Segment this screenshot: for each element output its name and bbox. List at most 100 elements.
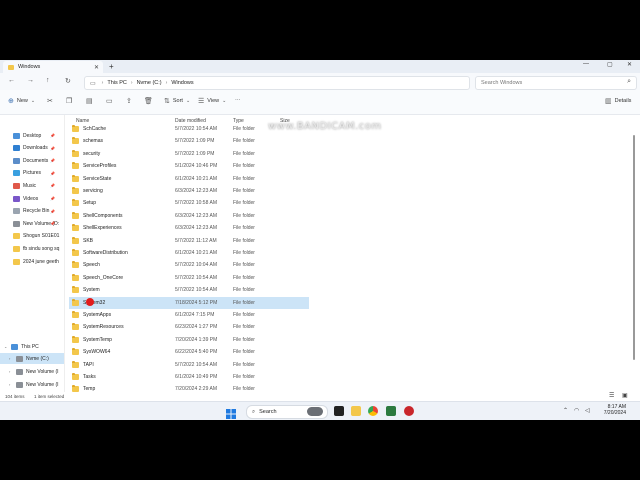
file-date: 7/18/2024 5:12 PM (175, 299, 218, 306)
sidebar-item-quick-access[interactable]: Music 📌 (0, 180, 64, 191)
table-row[interactable]: SysWOW64 6/22/2024 5:40 PM File folder (69, 346, 309, 358)
details-button[interactable]: ▥ Details (605, 97, 631, 105)
taskbar-search[interactable]: ⌕ Search (246, 405, 328, 419)
table-row[interactable]: ServiceProfiles 5/1/2024 10:46 PM File fol… (69, 160, 309, 172)
table-row[interactable]: System32 7/18/2024 5:12 PM File folder (69, 296, 309, 309)
table-row[interactable]: ShellExperiences 6/3/2024 12:23 AM File fo… (69, 222, 309, 234)
maximize-button[interactable]: ▢ (607, 61, 613, 68)
paste-button[interactable]: ▤ (86, 97, 93, 105)
breadcrumb-windows[interactable]: Windows (171, 80, 193, 86)
table-row[interactable]: servicing 6/3/2024 12:23 AM File folder (69, 185, 309, 197)
taskbar: ⌕ Search ⌃ ◠ ◁ 8:17 AM 7/20/2024 (0, 401, 640, 420)
table-row[interactable]: security 5/7/2022 1:09 PM File folder (69, 148, 309, 160)
sidebar-item-quick-access[interactable]: New Volume (D: 📌 (0, 218, 64, 229)
file-type: File folder (233, 150, 255, 157)
sidebar-item-quick-access[interactable]: 2024 june geeth (0, 256, 64, 267)
sidebar-item-drive[interactable]: › New Volume (I (0, 366, 64, 377)
file-date: 6/22/2024 5:40 PM (175, 349, 218, 356)
breadcrumb-nvme[interactable]: Nvme (C:) (137, 80, 162, 86)
wifi-icon[interactable]: ◠ (574, 407, 579, 414)
sidebar-item-quick-access[interactable]: Recycle Bin 📌 (0, 206, 64, 217)
close-tab-icon[interactable]: ✕ (94, 64, 99, 71)
sidebar-item-this-pc[interactable]: ⌄ This PC (0, 341, 64, 352)
task-view-icon[interactable] (334, 406, 344, 416)
file-date: 6/1/2024 7:15 PM (175, 312, 215, 318)
file-date: 5/7/2022 10:54 AM (175, 126, 217, 132)
table-row[interactable]: SystemTemp 7/20/2024 1:39 PM File folder (69, 334, 309, 346)
table-row[interactable]: TAPI 5/7/2022 10:54 AM File folder (69, 359, 309, 371)
sidebar-item-quick-access[interactable]: Videos 📌 (0, 193, 64, 204)
table-row[interactable]: ServiceState 6/1/2024 10:21 AM File folder (69, 173, 309, 185)
rename-button[interactable]: ▭ (106, 97, 113, 105)
sidebar-item-drive[interactable]: › Nvme (C:) (0, 353, 64, 364)
table-row[interactable]: schemas 5/7/2022 1:09 PM File folder (69, 135, 309, 147)
command-bar: ⊕ New ⌄ ✂ ❐ ▤ ▭ ⇪ 🗑 ⇅ Sort ⌄ ☰ View ⌄ ··… (0, 90, 640, 115)
folder-icon (72, 311, 79, 318)
file-type: File folder (233, 349, 255, 356)
sidebar-item-label: This PC (21, 343, 39, 350)
forward-arrow-icon[interactable]: → (27, 77, 34, 84)
search-input[interactable]: Search Windows ⌕ (475, 76, 637, 90)
table-row[interactable]: Tasks 6/1/2024 10:49 PM File folder (69, 371, 309, 383)
sidebar-item-label: Music (23, 182, 37, 189)
refresh-icon[interactable]: ↻ (65, 77, 71, 85)
chevron-up-icon[interactable]: ⌃ (563, 407, 568, 414)
table-row[interactable]: Speech_OneCore 5/7/2022 10:54 AM File fold… (69, 272, 309, 284)
file-date: 5/7/2022 10:58 AM (175, 200, 217, 207)
item-count: 104 items (5, 394, 25, 399)
copy-button[interactable]: ❐ (66, 97, 72, 105)
sidebar-item-drive[interactable]: › New Volume (I (0, 379, 64, 390)
vertical-scrollbar[interactable] (632, 115, 636, 398)
sidebar-item-quick-access[interactable]: Downloads 📌 (0, 143, 64, 154)
file-date: 6/3/2024 12:23 AM (175, 188, 217, 194)
scrollbar-thumb[interactable] (633, 135, 635, 360)
up-arrow-icon[interactable]: ↑ (46, 77, 50, 84)
file-name: servicing (83, 188, 103, 194)
delete-button[interactable]: 🗑 (144, 97, 153, 105)
cut-button[interactable]: ✂ (47, 97, 53, 105)
table-row[interactable]: Setup 5/7/2022 10:58 AM File folder (69, 197, 309, 209)
system-clock[interactable]: 8:17 AM 7/20/2024 (600, 404, 626, 416)
table-row[interactable]: Speech 5/7/2022 10:04 AM File folder (69, 259, 309, 271)
breadcrumb-this-pc[interactable]: This PC (107, 80, 127, 86)
close-window-button[interactable]: ✕ (627, 61, 632, 68)
new-button[interactable]: ⊕ New ⌄ (8, 97, 35, 105)
table-row[interactable]: ShellComponents 6/3/2024 12:23 AM File fol… (69, 210, 309, 222)
speaker-icon[interactable]: ◁ (585, 407, 590, 414)
details-view-icon[interactable]: ☰ (609, 392, 614, 399)
back-arrow-icon[interactable]: ← (8, 77, 15, 84)
tab-windows[interactable]: Windows ✕ (3, 61, 103, 73)
bandicam-icon[interactable] (404, 406, 414, 416)
share-button[interactable]: ⇪ (126, 97, 132, 105)
file-type: File folder (233, 200, 255, 207)
file-explorer-icon[interactable] (351, 406, 361, 416)
app-icon[interactable] (386, 406, 396, 416)
sidebar-item-quick-access[interactable]: fb sindu song sq (0, 243, 64, 254)
recorder-watermark: www.BANDICAM.com (268, 121, 382, 132)
search-highlight-icon (307, 407, 323, 416)
new-tab-button[interactable]: + (109, 62, 114, 71)
sidebar-item-quick-access[interactable]: Pictures 📌 (0, 168, 64, 179)
windows-start-icon[interactable] (226, 406, 236, 419)
file-name: SKB (83, 237, 94, 244)
chevron-down-icon: ⌄ (4, 344, 8, 349)
sidebar-item-quick-access[interactable]: Shogun S01E01 (0, 231, 64, 242)
address-bar[interactable]: ▭ › This PC › Nvme (C:) › Windows (84, 76, 470, 90)
table-row[interactable]: SystemApps 6/1/2024 7:15 PM File folder (69, 309, 309, 321)
status-bar: 104 items 1 item selected ☰ ▣ (0, 392, 640, 401)
sidebar-item-quick-access[interactable]: Documents 📌 (0, 155, 64, 166)
tiles-view-icon[interactable]: ▣ (622, 392, 628, 399)
table-row[interactable]: SKB 5/7/2022 11:12 AM File folder (69, 235, 309, 247)
table-row[interactable]: SoftwareDistribution 6/1/2024 10:21 AM Fil… (69, 247, 309, 259)
sidebar-item-quick-access[interactable]: Desktop 📌 (0, 130, 64, 141)
address-row: ← → ↑ ↻ ▭ › This PC › Nvme (C:) › Window… (0, 73, 640, 90)
computer-icon: ▭ (90, 80, 96, 87)
table-row[interactable]: SystemResources 6/23/2024 1:27 PM File fol… (69, 321, 309, 333)
file-name: SchCache (83, 126, 107, 132)
view-button[interactable]: ☰ View ⌄ (198, 97, 226, 105)
minimize-button[interactable]: — (583, 61, 589, 67)
sort-button[interactable]: ⇅ Sort ⌄ (164, 97, 190, 105)
table-row[interactable]: System 5/7/2022 10:54 AM File folder (69, 284, 309, 296)
more-options-button[interactable]: ··· (235, 97, 241, 103)
chrome-icon[interactable] (368, 406, 378, 416)
